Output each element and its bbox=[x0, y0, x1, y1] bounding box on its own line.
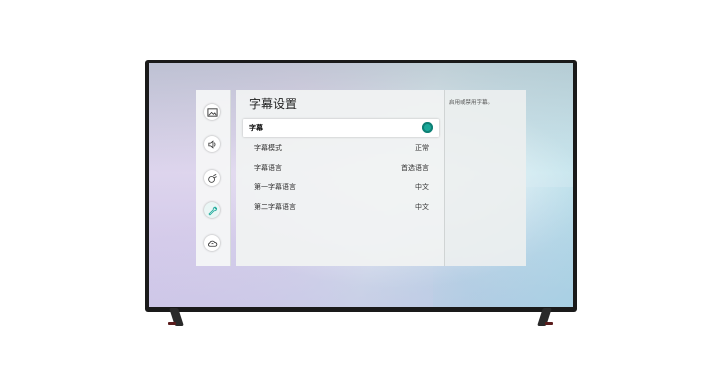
setting-label: 字幕模式 bbox=[254, 144, 282, 152]
settings-sidebar bbox=[196, 90, 231, 266]
setting-value: 中文 bbox=[415, 183, 429, 191]
setting-row-subtitle-mode[interactable]: 字幕模式 正常 bbox=[254, 141, 429, 155]
setting-value: 首选语言 bbox=[401, 164, 429, 172]
subtitle-toggle[interactable] bbox=[422, 122, 433, 133]
general-wrench-icon[interactable] bbox=[204, 202, 220, 218]
setting-label: 字幕语言 bbox=[254, 164, 282, 172]
setting-row-subtitle-language[interactable]: 字幕语言 首选语言 bbox=[254, 161, 429, 175]
support-cloud-icon[interactable] bbox=[204, 235, 220, 251]
setting-row-subtitle[interactable]: 字幕 bbox=[243, 119, 439, 137]
picture-icon[interactable] bbox=[204, 104, 220, 120]
description-panel: 启用或禁用字幕。 bbox=[444, 90, 526, 266]
setting-label: 第一字幕语言 bbox=[254, 183, 296, 191]
sound-icon[interactable] bbox=[204, 136, 220, 152]
setting-label: 第二字幕语言 bbox=[254, 203, 296, 211]
setting-label: 字幕 bbox=[249, 124, 263, 132]
tv-foot-right bbox=[545, 322, 553, 325]
tv-foot-left bbox=[168, 322, 176, 325]
setting-value: 中文 bbox=[415, 203, 429, 211]
subtitle-settings-panel: 字幕设置 字幕 字幕模式 正常 字幕语言 首选语言 第一字幕语言 中文 第二字幕… bbox=[236, 90, 444, 266]
setting-row-primary-subtitle-language[interactable]: 第一字幕语言 中文 bbox=[254, 180, 429, 194]
broadcasting-icon[interactable] bbox=[204, 170, 220, 186]
setting-value: 正常 bbox=[415, 144, 429, 152]
setting-description: 启用或禁用字幕。 bbox=[449, 100, 494, 106]
page-title: 字幕设置 bbox=[249, 97, 298, 111]
setting-row-secondary-subtitle-language[interactable]: 第二字幕语言 中文 bbox=[254, 200, 429, 214]
